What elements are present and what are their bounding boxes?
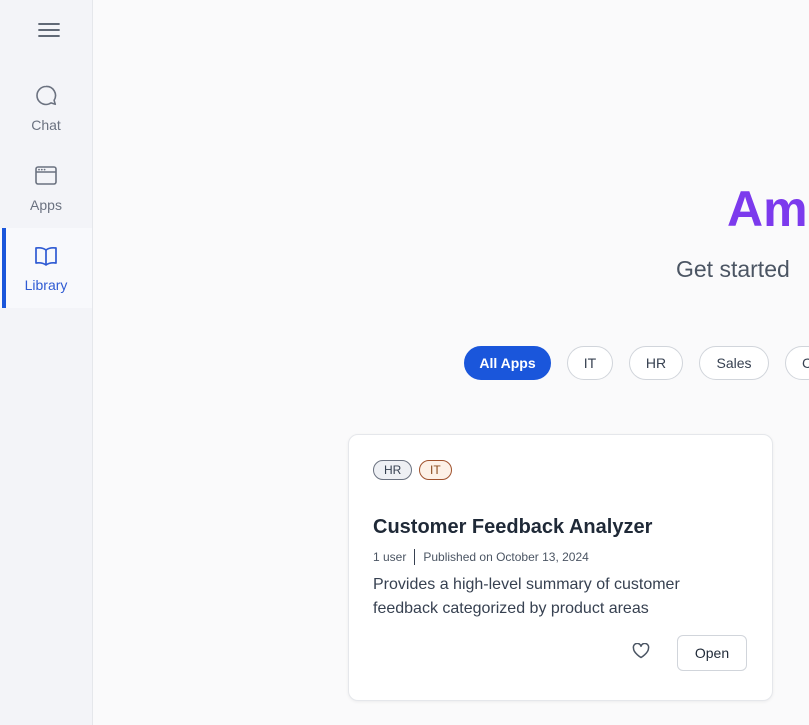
meta-divider (414, 549, 416, 565)
filter-it[interactable]: IT (567, 346, 613, 380)
card-title: Customer Feedback Analyzer (373, 516, 653, 538)
filter-sales[interactable]: Sales (699, 346, 769, 380)
sidebar-item-label: Apps (30, 196, 62, 213)
tag-it: IT (419, 460, 452, 480)
open-button[interactable]: Open (677, 635, 747, 671)
browser-window-icon (34, 164, 58, 191)
heart-icon (632, 642, 650, 664)
sidebar-item-apps[interactable]: Apps (0, 148, 92, 228)
menu-button[interactable] (35, 20, 63, 44)
filter-all-apps[interactable]: All Apps (464, 346, 551, 380)
user-count: 1 user (373, 550, 407, 564)
hamburger-menu-icon (38, 21, 60, 44)
published-date: Published on October 13, 2024 (423, 550, 589, 564)
sidebar-item-chat[interactable]: Chat (0, 68, 92, 148)
page-title: Am (727, 181, 808, 237)
open-book-icon (33, 244, 59, 271)
sidebar: Chat Apps Library (0, 0, 93, 725)
chat-bubble-icon (34, 84, 58, 111)
favorite-button[interactable] (630, 642, 652, 664)
main-content: Am Get started All Apps IT HR Sales C HR… (93, 0, 809, 725)
app-card: HR IT Customer Feedback Analyzer 1 user … (348, 434, 773, 701)
card-meta: 1 user Published on October 13, 2024 (373, 549, 589, 565)
tag-hr: HR (373, 460, 413, 480)
card-description: Provides a high-level summary of custome… (373, 576, 680, 617)
filter-hr[interactable]: HR (629, 346, 683, 380)
sidebar-item-library[interactable]: Library (0, 228, 92, 308)
sidebar-item-label: Chat (31, 116, 61, 133)
filter-partial[interactable]: C (785, 346, 809, 380)
page-subtitle: Get started (676, 256, 790, 282)
sidebar-item-label: Library (24, 276, 68, 293)
